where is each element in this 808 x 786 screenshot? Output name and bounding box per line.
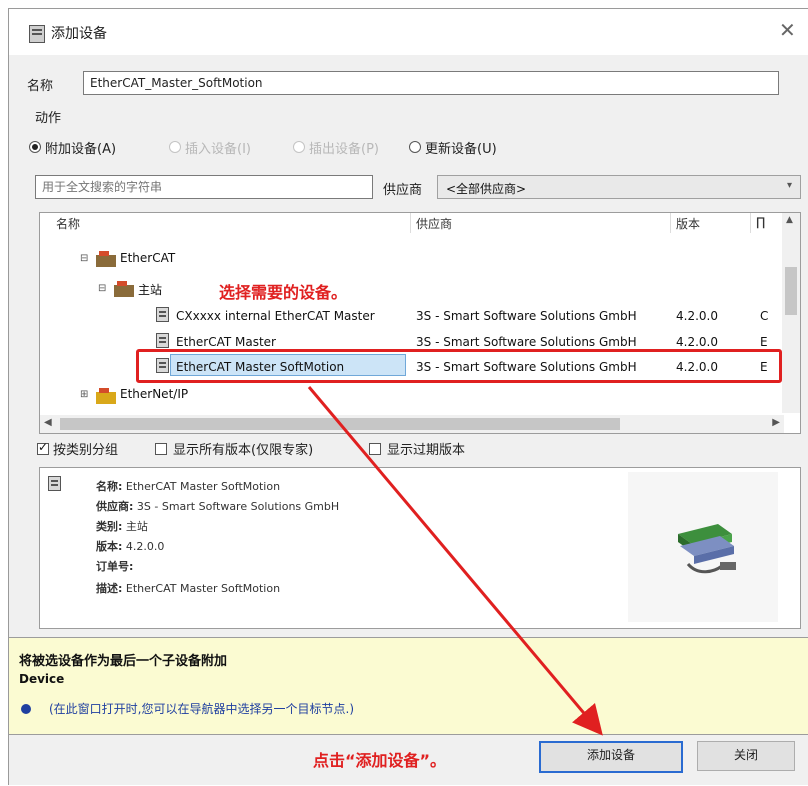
annotation-arrow: [307, 386, 603, 736]
add-device-dialog: 添加设备 ✕ 名称 动作 附加设备(A) 插入设备(I) 插出设备(P) 更新设…: [8, 8, 808, 785]
